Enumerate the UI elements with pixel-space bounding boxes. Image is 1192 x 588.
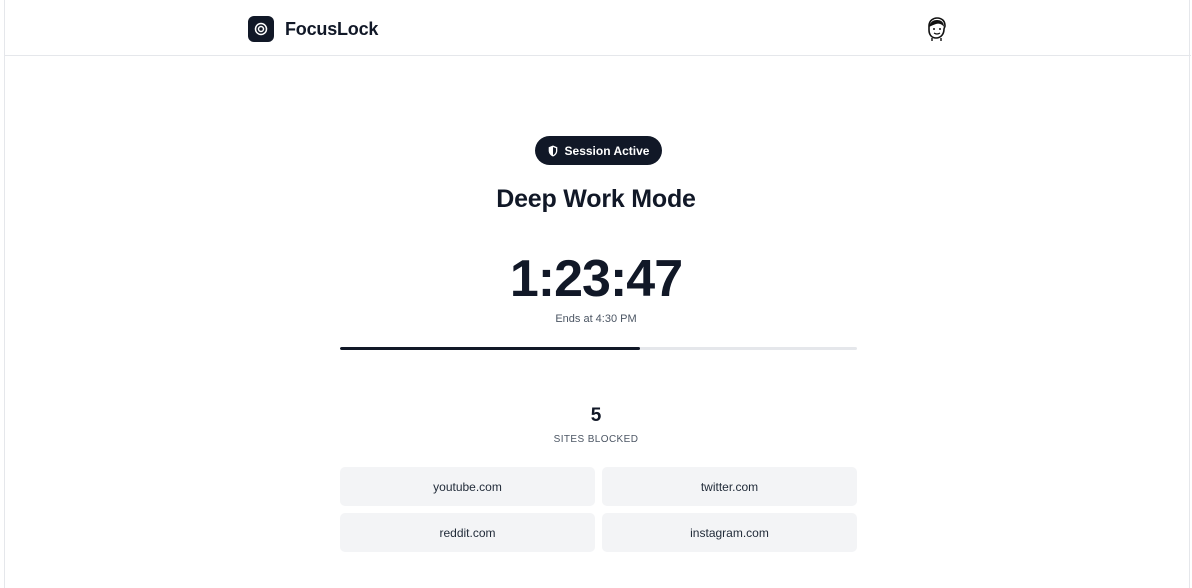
blocked-site-chip[interactable]: youtube.com — [340, 467, 595, 506]
blocked-site-chip[interactable]: instagram.com — [602, 513, 857, 552]
blocked-site-chip[interactable]: twitter.com — [602, 467, 857, 506]
session-progress-fill — [340, 347, 640, 350]
app-title: FocusLock — [285, 18, 379, 39]
session-status-badge: Session Active — [535, 136, 662, 165]
blocked-count-label: SITES BLOCKED — [553, 434, 639, 445]
top-bar: FocusLock — [5, 0, 1191, 56]
mode-title: Deep Work Mode — [496, 185, 696, 213]
user-avatar[interactable] — [923, 16, 949, 42]
target-icon — [248, 16, 274, 42]
shield-icon — [548, 145, 557, 156]
blocked-count: 5 — [590, 405, 602, 426]
end-time: Ends at 4:30 PM — [555, 313, 637, 325]
blocked-sites-grid: youtube.com twitter.com reddit.com insta… — [340, 467, 857, 552]
session-status-label: Session Active — [564, 143, 650, 158]
brand[interactable]: FocusLock — [248, 16, 378, 42]
countdown-timer: 1:23:47 — [509, 250, 683, 308]
blocked-site-chip[interactable]: reddit.com — [340, 513, 595, 552]
session-progress-bar — [340, 347, 857, 350]
